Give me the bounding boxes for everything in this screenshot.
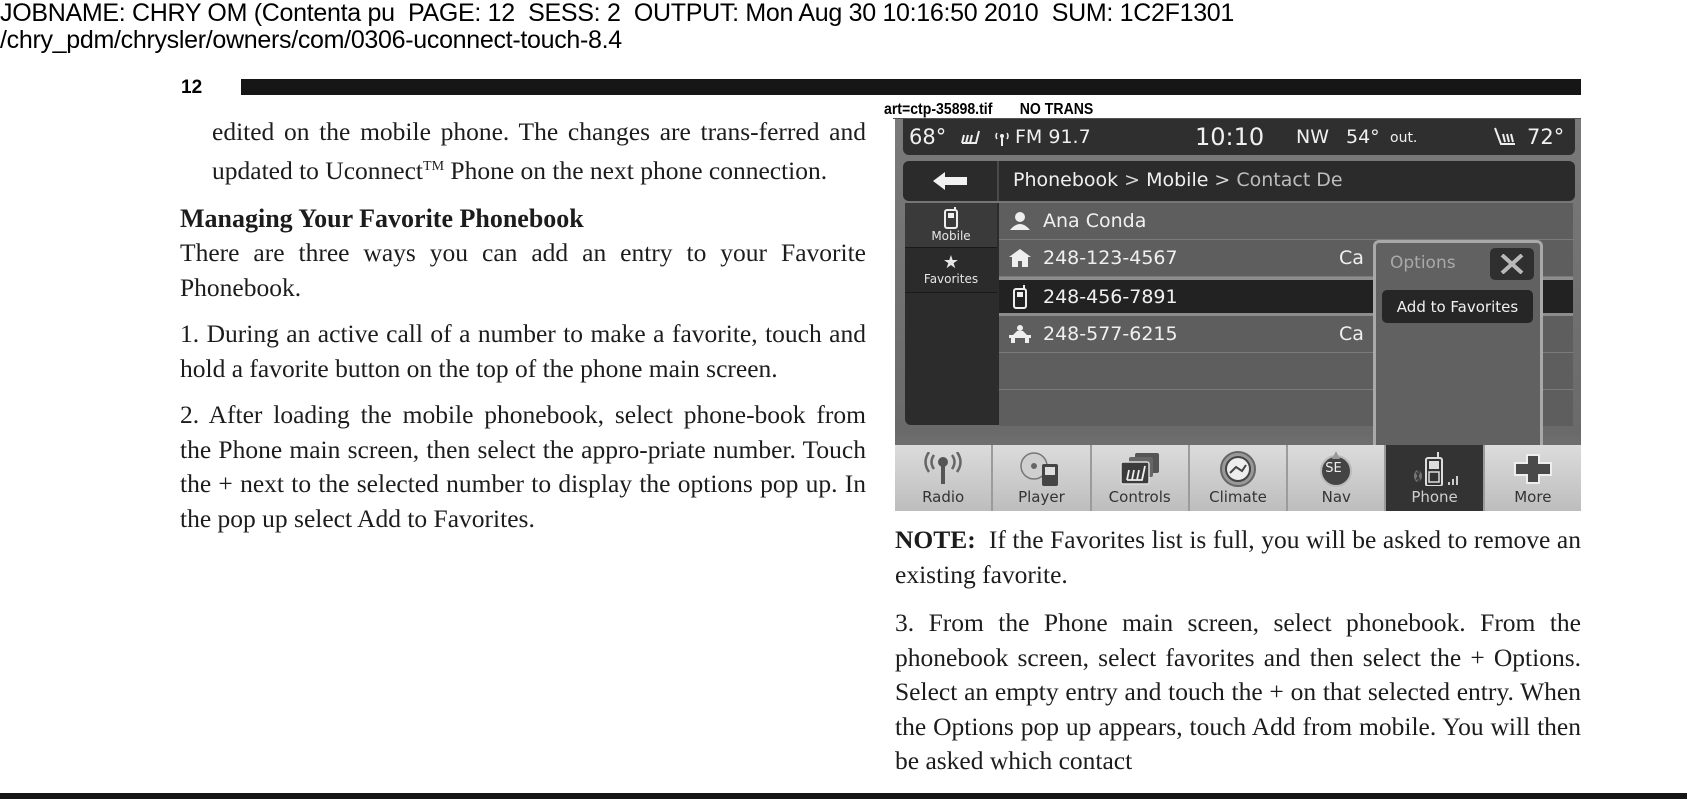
- passenger-heated-seat-icon: [1493, 126, 1519, 153]
- dock-more-button[interactable]: More: [1484, 445, 1581, 511]
- dock-more-label: More: [1514, 488, 1552, 506]
- options-popup: Options Add to Favorites: [1373, 240, 1543, 478]
- add-to-favorites-button[interactable]: Add to Favorites: [1382, 290, 1533, 323]
- status-bar: 68° FM 91.7 10:10 NW 54° out. 72°: [903, 119, 1575, 155]
- job-header-line-1: JOBNAME: CHRY OM (Contenta pu PAGE: 12 S…: [0, 0, 1234, 27]
- section-heading: Managing Your Favorite Phonebook: [180, 204, 584, 233]
- disc-player-icon: [1018, 450, 1064, 488]
- right-column: NOTE: If the Favorites list is full, you…: [895, 523, 1581, 779]
- tab-favorites[interactable]: ★ Favorites: [905, 248, 997, 293]
- dock-climate-button[interactable]: Climate: [1189, 445, 1289, 511]
- trademark-symbol: TM: [423, 158, 445, 174]
- page-number: 12: [181, 77, 203, 98]
- note-label: NOTE:: [895, 525, 976, 554]
- dock-nav-button[interactable]: SE Nav: [1288, 445, 1387, 511]
- job-header-line-2: /chry_pdm/chrysler/owners/com/0306-uconn…: [0, 26, 622, 54]
- dock-player-button[interactable]: Player: [993, 445, 1092, 511]
- mobile-phone-icon: [944, 207, 958, 229]
- uconnect-screen-figure: 68° FM 91.7 10:10 NW 54° out. 72° Phoneb…: [895, 119, 1581, 511]
- lead-paragraph: There are three ways you can add an entr…: [180, 238, 866, 302]
- compass-icon: SE: [1316, 450, 1356, 488]
- left-column: edited on the mobile phone. The changes …: [180, 115, 866, 536]
- dock-player-label: Player: [1018, 488, 1065, 506]
- dock-controls-label: Controls: [1108, 488, 1171, 506]
- home-icon: [1003, 249, 1037, 267]
- contact-name: Ana Conda: [1043, 210, 1147, 232]
- mobile-phone-icon: [1003, 284, 1037, 309]
- work-icon: [1003, 325, 1037, 343]
- heated-seat-icon: [959, 125, 981, 152]
- breadcrumb: Phonebook > Mobile > Contact De: [1013, 169, 1343, 191]
- compass-icon-text: SE: [1325, 461, 1342, 476]
- contact-number: 248-577-6215: [1043, 323, 1178, 345]
- radio-signal-icon: [993, 128, 1011, 152]
- seat-controls-icon: [1117, 450, 1163, 488]
- contact-name-row[interactable]: Ana Conda: [999, 203, 1573, 240]
- step-1-paragraph: 1. During an active call of a number to …: [180, 319, 866, 383]
- tab-mobile[interactable]: Mobile: [905, 203, 997, 248]
- person-icon: [1003, 212, 1037, 230]
- close-icon: [1500, 254, 1524, 274]
- compass-heading: NW: [1296, 126, 1329, 148]
- call-label-truncated[interactable]: Ca: [1339, 247, 1364, 269]
- star-icon: ★: [942, 252, 960, 273]
- art-label: art=ctp-35898.tif NO TRANS: [884, 101, 1094, 118]
- breadcrumb-separator: >: [1124, 169, 1141, 191]
- climate-icon: [1218, 450, 1258, 488]
- note-paragraph: NOTE: If the Favorites list is full, you…: [895, 523, 1581, 592]
- tab-favorites-label: Favorites: [923, 272, 979, 286]
- outside-temp: 54°: [1346, 126, 1380, 148]
- radio-antenna-icon: [921, 450, 965, 488]
- contact-number: 248-123-4567: [1043, 247, 1178, 269]
- step-2-paragraph: 2. After loading the mobile phonebook, s…: [180, 400, 866, 533]
- driver-temp: 68°: [909, 125, 947, 149]
- step-3-paragraph: 3. From the Phone main screen, select ph…: [895, 608, 1581, 775]
- back-arrow-icon: [933, 172, 967, 190]
- navigation-bar: Phonebook > Mobile > Contact De: [903, 161, 1575, 201]
- popup-close-button[interactable]: [1490, 248, 1534, 280]
- clock-time: 10:10: [1195, 123, 1265, 151]
- breadcrumb-mobile[interactable]: Mobile: [1146, 169, 1208, 191]
- side-tabs: Mobile ★ Favorites: [905, 203, 997, 293]
- phone-icon: [1410, 450, 1460, 488]
- intro-paragraph: edited on the mobile phone. The changes …: [180, 115, 866, 188]
- bottom-dock: Radio Player Controls Climate SE Nav Pho…: [895, 445, 1581, 511]
- phonebook-panel: Mobile ★ Favorites Ana Conda 248-123-456…: [905, 203, 1573, 478]
- breadcrumb-phonebook[interactable]: Phonebook: [1013, 169, 1118, 191]
- tab-mobile-label: Mobile: [931, 229, 971, 243]
- outside-label: out.: [1390, 130, 1418, 146]
- back-button[interactable]: [903, 161, 999, 201]
- radio-station: FM 91.7: [1015, 126, 1091, 148]
- dock-phone-label: Phone: [1411, 488, 1458, 506]
- intro-text-tail: Phone on the next phone connection.: [444, 155, 828, 185]
- note-text: If the Favorites list is full, you will …: [895, 525, 1588, 589]
- page-header-rule: [241, 79, 1581, 95]
- breadcrumb-separator: >: [1214, 169, 1231, 191]
- page-footer-rule: [0, 793, 1687, 799]
- dock-phone-button[interactable]: Phone: [1386, 445, 1485, 511]
- breadcrumb-contact-details: Contact De: [1236, 169, 1343, 191]
- dock-controls-button[interactable]: Controls: [1091, 445, 1190, 511]
- contact-number: 248-456-7891: [1043, 285, 1178, 308]
- plus-icon: [1513, 450, 1553, 488]
- dock-radio-button[interactable]: Radio: [895, 445, 994, 511]
- popup-title: Options: [1390, 253, 1456, 273]
- print-job-header: JOBNAME: CHRY OM (Contenta pu PAGE: 12 S…: [0, 0, 1234, 54]
- call-label-truncated[interactable]: Ca: [1339, 323, 1364, 345]
- dock-nav-label: Nav: [1321, 488, 1351, 506]
- dock-climate-label: Climate: [1209, 488, 1267, 506]
- dock-radio-label: Radio: [922, 488, 965, 506]
- passenger-temp: 72°: [1527, 125, 1565, 149]
